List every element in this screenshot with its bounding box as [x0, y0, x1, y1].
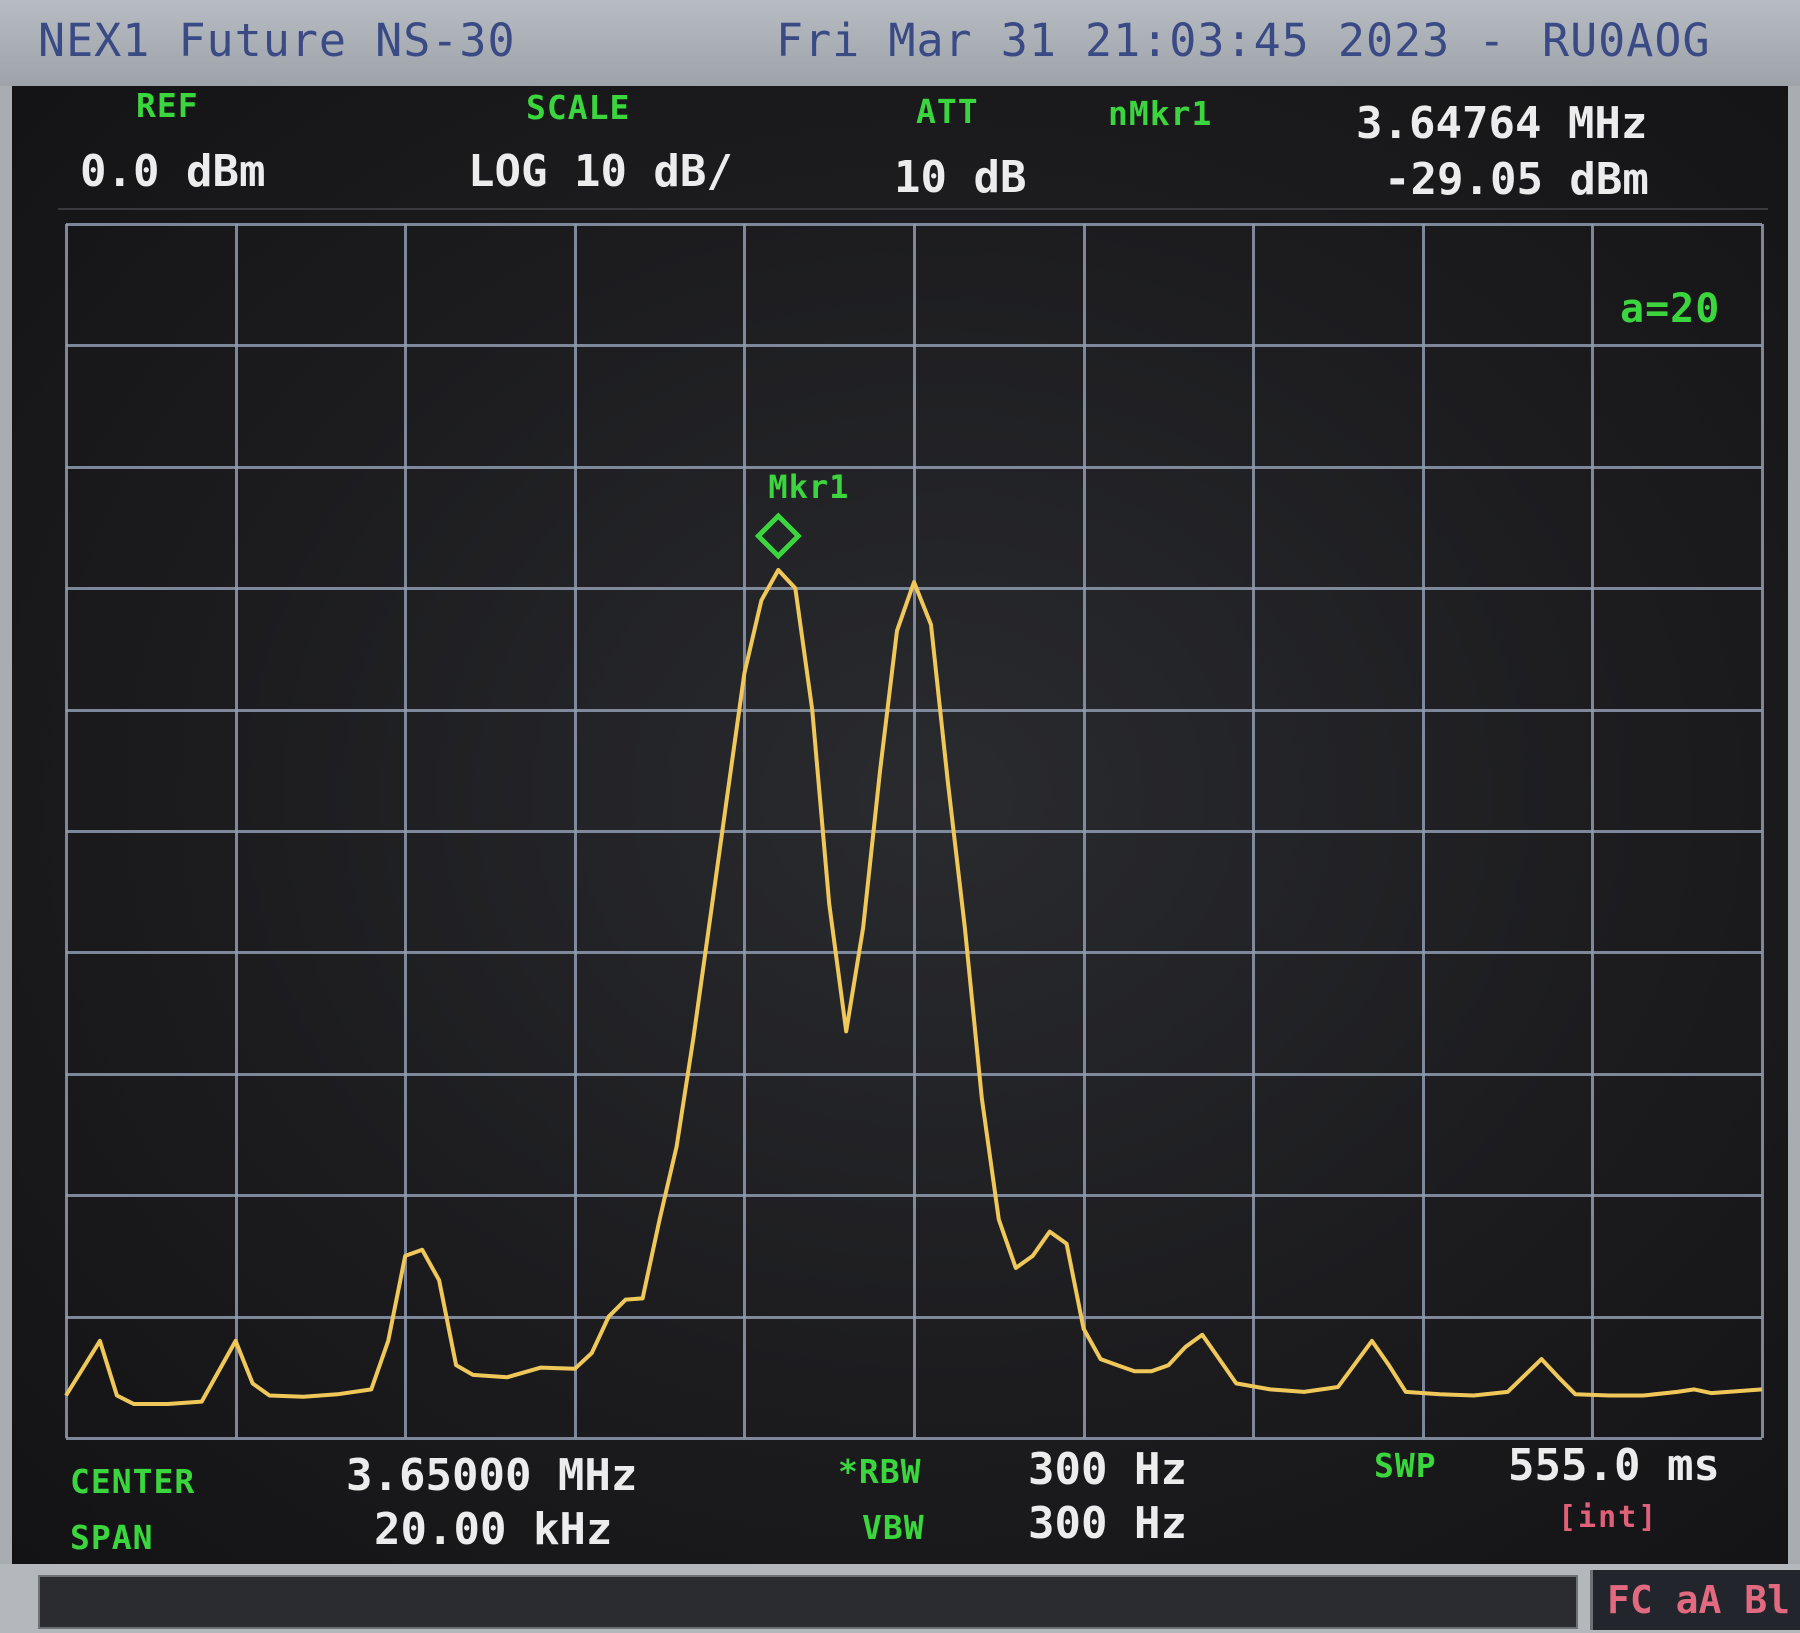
swp-value: 555.0 ms [1508, 1440, 1720, 1491]
trace-plot [64, 512, 1763, 1406]
rbw-value: 300 Hz [1028, 1444, 1187, 1495]
analyzer-screen: NEX1 Future NS-30 Fri Mar 31 21:03:45 20… [0, 0, 1800, 1633]
indicator-flags: FC aA Bl [1607, 1578, 1791, 1622]
status-message-box [38, 1575, 1578, 1629]
indicator-panel: FC aA Bl [1590, 1570, 1800, 1630]
vbw-label: VBW [862, 1508, 925, 1547]
marker-diamond [754, 512, 802, 560]
spectrum-trace [64, 568, 1763, 1406]
span-value: 20.00 kHz [374, 1504, 613, 1555]
swp-label: SWP [1374, 1446, 1437, 1485]
span-label: SPAN [70, 1518, 154, 1557]
vbw-value: 300 Hz [1028, 1498, 1187, 1549]
center-value: 3.65000 MHz [346, 1450, 638, 1501]
marker-label: Mkr1 [768, 467, 850, 506]
swp-mode: [int] [1558, 1500, 1659, 1535]
rbw-label: *RBW [838, 1452, 922, 1491]
center-label: CENTER [70, 1462, 196, 1501]
